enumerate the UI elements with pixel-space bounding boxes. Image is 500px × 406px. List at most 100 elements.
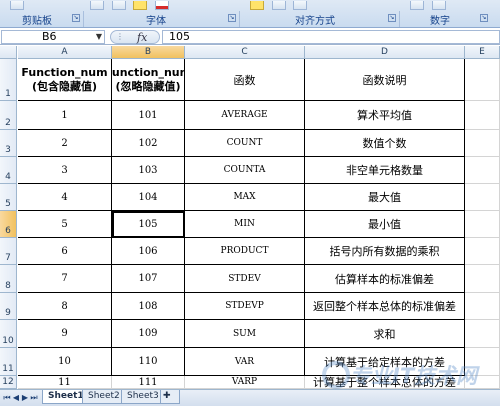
header-cell-d[interactable]: 函数说明 [305,59,465,101]
table-cell-a[interactable]: 4 [18,184,112,211]
table-cell-e[interactable] [465,130,500,157]
table-cell-a[interactable]: 6 [18,238,112,265]
row-header-9[interactable]: 9 [0,293,17,320]
row-header-6[interactable]: 6 [0,211,17,238]
percent-icon[interactable] [431,1,446,10]
table-cell-function[interactable]: MAX [185,184,305,211]
column-header-b[interactable]: B [112,46,185,59]
border-dropdown-icon[interactable] [111,1,126,10]
table-cell-b[interactable]: 109 [112,320,185,348]
table-cell-a[interactable]: 5 [18,211,112,238]
paste-icon[interactable] [10,1,24,10]
table-cell-e[interactable] [465,238,500,265]
table-cell-a[interactable]: 9 [18,320,112,348]
table-cell-description[interactable]: 最大值 [305,184,465,211]
name-box[interactable]: B6 ▼ [1,30,105,44]
table-cell-a[interactable]: 10 [18,348,112,376]
table-cell-description[interactable]: 返回整个样本总体的标准偏差 [305,293,465,320]
table-cell-a[interactable]: 7 [18,265,112,293]
border-icon[interactable] [90,1,104,10]
prev-sheet-icon[interactable]: ◀ [12,393,20,402]
table-cell-e[interactable] [465,101,500,130]
table-cell-a[interactable]: 8 [18,293,112,320]
insert-sheet-icon[interactable]: ✚ [160,390,180,404]
table-cell-e[interactable] [465,320,500,348]
fill-color-icon[interactable] [133,1,147,10]
table-cell-e[interactable] [465,184,500,211]
table-cell-b[interactable]: 106 [112,238,185,265]
number-launcher-icon[interactable]: ↘ [480,14,488,22]
table-cell-function[interactable]: AVERAGE [185,101,305,130]
column-header-a[interactable]: A [18,46,112,59]
font-color-icon[interactable] [154,1,169,10]
row-header-2[interactable]: 2 [0,101,17,130]
column-header-d[interactable]: D [305,46,465,59]
row-header-11[interactable]: 11 [0,348,17,376]
empty-cell[interactable] [18,376,112,389]
align-icon[interactable] [250,1,264,10]
formula-resize-icon[interactable]: ⋮ [116,32,124,41]
indent-icon[interactable] [271,1,286,10]
row-header-3[interactable]: 3 [0,130,17,157]
last-sheet-icon[interactable]: ⏭ [30,393,38,403]
number-format-icon[interactable] [410,1,424,10]
table-cell-e[interactable] [465,211,500,238]
table-cell-b[interactable]: 110 [112,348,185,376]
tab-sheet3[interactable]: Sheet3 [121,390,165,404]
table-cell-a[interactable]: 3 [18,157,112,184]
header-cell-b[interactable]: Function_num(忽略隐藏值) [112,59,185,101]
table-cell-function[interactable]: STDEVP [185,293,305,320]
table-cell-b[interactable]: 107 [112,265,185,293]
row-header-1[interactable]: 1 [0,59,17,101]
row-header-5[interactable]: 5 [0,184,17,211]
row-header-12[interactable]: 12 [0,376,17,389]
name-box-dropdown-icon[interactable]: ▼ [96,31,102,43]
column-header-c[interactable]: C [185,46,305,59]
clipboard-launcher-icon[interactable]: ↘ [72,14,80,22]
cell-e1[interactable] [465,59,500,101]
table-cell-e[interactable] [465,157,500,184]
table-cell-b[interactable]: 101 [112,101,185,130]
table-cell-function[interactable]: VAR [185,348,305,376]
table-cell-b[interactable]: 108 [112,293,185,320]
row-header-10[interactable]: 10 [0,320,17,348]
row-header-7[interactable]: 7 [0,238,17,265]
first-sheet-icon[interactable]: ⏮ [3,393,11,403]
table-cell-b[interactable]: 103 [112,157,185,184]
row-header-4[interactable]: 4 [0,157,17,184]
table-cell-e[interactable] [465,293,500,320]
table-cell-function[interactable]: MIN [185,211,305,238]
table-cell-a[interactable]: 2 [18,130,112,157]
merge-icon[interactable] [293,1,307,10]
header-cell-c[interactable]: 函数 [185,59,305,101]
table-cell-b[interactable]: 102 [112,130,185,157]
select-all-corner[interactable] [0,46,17,59]
table-cell-a[interactable]: 1 [18,101,112,130]
table-cell-function[interactable]: COUNT [185,130,305,157]
font-launcher-icon[interactable]: ↘ [228,14,236,22]
next-sheet-icon[interactable]: ▶ [21,393,29,402]
table-cell-description[interactable]: 最小值 [305,211,465,238]
column-header-e[interactable]: E [465,46,500,59]
table-cell-function[interactable]: COUNTA [185,157,305,184]
table-cell-description[interactable]: 括号内所有数据的乘积 [305,238,465,265]
table-cell-b[interactable]: 104 [112,184,185,211]
tab-sheet2[interactable]: Sheet2 [82,390,126,404]
empty-cell[interactable] [185,376,305,389]
table-cell-description[interactable]: 估算样本的标准偏差 [305,265,465,293]
row-header-8[interactable]: 8 [0,265,17,293]
table-cell-b[interactable]: 105 [112,211,185,238]
table-cell-function[interactable]: SUM [185,320,305,348]
empty-cell[interactable] [112,376,185,389]
table-cell-description[interactable]: 算术平均值 [305,101,465,130]
table-cell-description[interactable]: 非空单元格数量 [305,157,465,184]
header-cell-a[interactable]: Function_num (包含隐藏值) [18,59,112,101]
table-cell-e[interactable] [465,265,500,293]
insert-function-icon[interactable]: fx [137,31,147,44]
formula-input[interactable]: 105 [162,30,500,44]
table-cell-description[interactable]: 求和 [305,320,465,348]
alignment-launcher-icon[interactable]: ↘ [388,14,396,22]
table-cell-function[interactable]: STDEV [185,265,305,293]
table-cell-function[interactable]: PRODUCT [185,238,305,265]
table-cell-description[interactable]: 数值个数 [305,130,465,157]
